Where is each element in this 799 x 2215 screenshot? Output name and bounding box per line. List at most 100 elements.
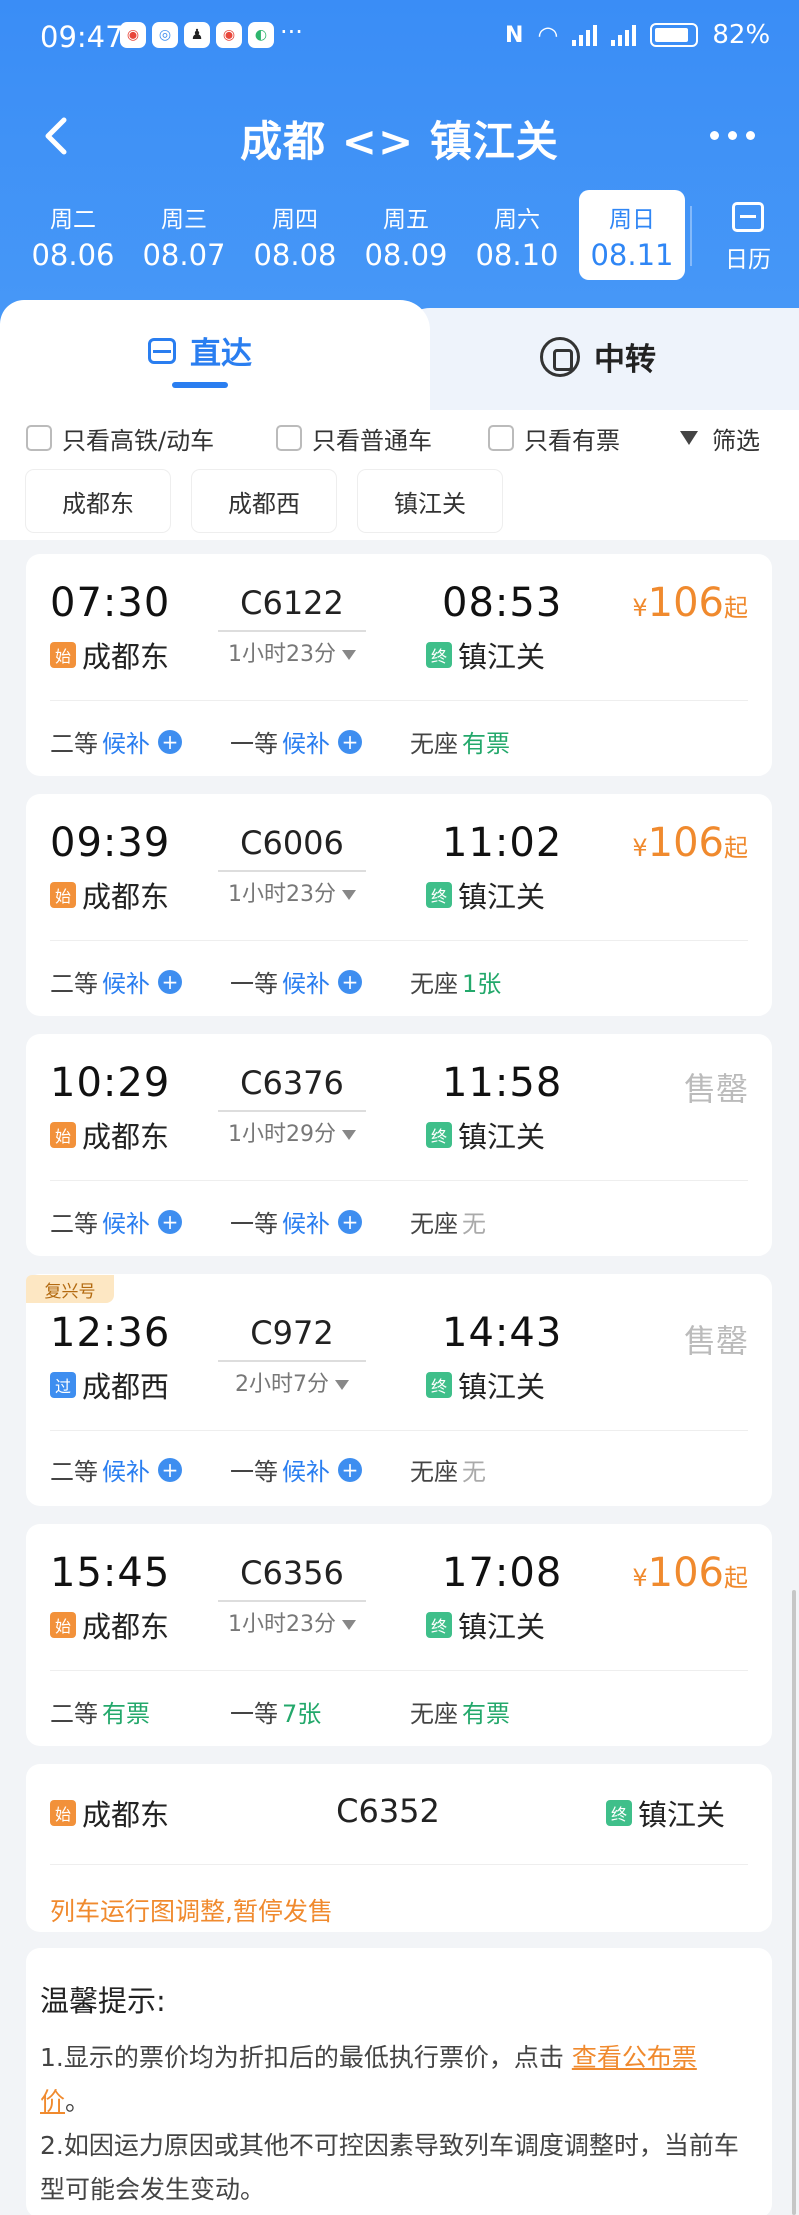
seat-availability: 二等 候补 + 一等 候补 + 无座无	[50, 1204, 750, 1244]
suspension-message: 列车运行图调整,暂停发售	[50, 1897, 333, 1926]
more-options-icon[interactable]	[710, 120, 770, 150]
plus-icon: +	[158, 729, 182, 754]
start-tag: 始	[50, 1122, 76, 1148]
seat-availability: 二等 候补 + 一等 候补 + 无座 有票	[50, 724, 750, 764]
app-icon: ◐	[248, 22, 274, 48]
start-tag: 始	[50, 1612, 76, 1638]
departure-station: 始成都东	[50, 634, 169, 676]
tab-underline	[172, 382, 228, 388]
arrival-station: 终镇江关	[426, 1604, 545, 1646]
seat-no-seat: 无座无	[410, 1458, 486, 1486]
train-card[interactable]: 12:36 C972 2小时7分 14:43 售罄 过成都西 终镇江关 二等 候补…	[26, 1274, 772, 1506]
date-tab-selected[interactable]: 周日 08.11	[579, 190, 685, 280]
tab-direct[interactable]: 直达	[0, 300, 430, 410]
seat-second-class[interactable]: 二等 候补 +	[50, 964, 182, 999]
divider	[690, 206, 692, 266]
calendar-button[interactable]: 日历	[708, 196, 788, 286]
battery-percent: 82%	[712, 20, 771, 50]
departure-time: 10:29	[50, 1060, 171, 1106]
train-code: C6356	[240, 1554, 344, 1592]
seat-first-class[interactable]: 一等 7张	[230, 1694, 321, 1729]
departure-time: 15:45	[50, 1550, 171, 1596]
seat-first-class[interactable]: 一等 候补 +	[230, 1204, 362, 1239]
tips-body: 1.显示的票价均为折扣后的最低执行票价，点击 查看公布票价。 2.如因运力原因或…	[40, 2043, 739, 2204]
seat-second-class[interactable]: 二等 候补 +	[50, 1204, 182, 1239]
end-tag: 终	[426, 642, 452, 668]
nfc-icon: N	[505, 22, 524, 48]
filter-normal[interactable]: 只看普通车	[276, 418, 432, 458]
seat-availability: 二等 候补 + 一等 候补 + 无座 1张	[50, 964, 750, 1004]
wifi-icon: ◠	[537, 21, 559, 49]
date-tab[interactable]: 周四 08.08	[242, 190, 348, 280]
arrival-time: 11:02	[442, 820, 563, 866]
train-card[interactable]: 15:45 C6356 1小时23分 17:08 ¥106起 始成都东 终镇江关…	[26, 1524, 772, 1746]
sold-out-label: 售罄	[683, 1070, 748, 1108]
filter-high-speed[interactable]: 只看高铁/动车	[26, 418, 214, 458]
start-tag: 始	[50, 882, 76, 908]
seat-second-class[interactable]: 二等 有票	[50, 1694, 150, 1729]
weibo-icon: ◉	[216, 22, 242, 48]
seat-second-class[interactable]: 二等 候补 +	[50, 724, 182, 759]
departure-station: 始成都东	[50, 874, 169, 916]
date-tab[interactable]: 周五 08.09	[353, 190, 459, 280]
arrival-station: 终镇江关	[426, 1364, 545, 1406]
arrival-time: 17:08	[442, 1550, 563, 1596]
date-tab[interactable]: 周六 08.10	[464, 190, 570, 280]
checkbox[interactable]	[26, 425, 52, 451]
arrival-station: 终镇江关	[426, 874, 545, 916]
date-tab[interactable]: 周二 08.06	[20, 190, 126, 280]
departure-station: 过成都西	[50, 1364, 169, 1406]
seat-availability: 二等 有票 一等 7张 无座 有票	[50, 1694, 750, 1734]
status-bar: 09:47 ◉ ◎ ♟ ◉ ◐ ··· N ◠ 82%	[0, 0, 799, 80]
seat-first-class[interactable]: 一等 候补 +	[230, 964, 362, 999]
plus-icon: +	[338, 1209, 362, 1234]
station-chip[interactable]: 镇江关	[358, 470, 502, 532]
date-tab[interactable]: 周三 08.07	[131, 190, 237, 280]
departure-time: 12:36	[50, 1310, 171, 1356]
system-icons: N ◠ 82%	[505, 20, 770, 50]
station-chip[interactable]: 成都东	[26, 470, 170, 532]
qq-icon: ♟	[184, 22, 210, 48]
seat-first-class[interactable]: 一等 候补 +	[230, 1452, 362, 1487]
seat-first-class[interactable]: 一等 候补 +	[230, 724, 362, 759]
departure-station: 始成都东	[50, 1114, 169, 1156]
transfer-icon	[540, 336, 580, 377]
start-tag: 始	[50, 1800, 76, 1826]
plus-icon: +	[338, 969, 362, 994]
calendar-icon	[732, 202, 764, 232]
plus-icon: +	[338, 1457, 362, 1482]
tab-transfer[interactable]: 中转	[400, 308, 799, 410]
seat-no-seat: 无座无	[410, 1210, 486, 1238]
duration: 1小时23分	[218, 1600, 366, 1638]
tips-title: 温馨提示:	[40, 1984, 166, 2018]
browser-icon: ◎	[152, 22, 178, 48]
divider	[50, 1670, 748, 1671]
filter-button[interactable]: 筛选	[680, 418, 760, 458]
start-tag: 始	[50, 642, 76, 668]
price: ¥106起	[632, 820, 748, 866]
train-card[interactable]: 09:39 C6006 1小时23分 11:02 ¥106起 始成都东 终镇江关…	[26, 794, 772, 1016]
plus-icon: +	[158, 969, 182, 994]
more-notifications-icon: ···	[280, 18, 303, 46]
checkbox[interactable]	[276, 425, 302, 451]
seat-second-class[interactable]: 二等 候补 +	[50, 1452, 182, 1487]
suspended-train-card: 始成都东 C6352 终镇江关 列车运行图调整,暂停发售	[26, 1764, 772, 1932]
departure-time: 07:30	[50, 580, 171, 626]
checkbox[interactable]	[488, 425, 514, 451]
station-chip[interactable]: 成都西	[192, 470, 336, 532]
arrival-time: 08:53	[442, 580, 563, 626]
seat-no-seat[interactable]: 无座 有票	[410, 1694, 510, 1729]
arrival-time: 14:43	[442, 1310, 563, 1356]
plus-icon: +	[338, 729, 362, 754]
train-code: C6122	[240, 584, 344, 622]
train-code: C6352	[336, 1792, 440, 1830]
train-card[interactable]: 10:29 C6376 1小时29分 11:58 售罄 始成都东 终镇江关 二等…	[26, 1034, 772, 1256]
divider	[50, 1430, 748, 1431]
scrollbar[interactable]	[792, 1590, 796, 2215]
filter-available[interactable]: 只看有票	[488, 418, 620, 458]
sold-out-label: 售罄	[683, 1322, 748, 1360]
seat-no-seat: 无座 1张	[410, 970, 502, 998]
train-card[interactable]: 07:30 C6122 1小时23分 08:53 ¥106起 始成都东 终镇江关…	[26, 554, 772, 776]
end-tag: 终	[426, 1372, 452, 1398]
end-tag: 终	[606, 1800, 632, 1826]
